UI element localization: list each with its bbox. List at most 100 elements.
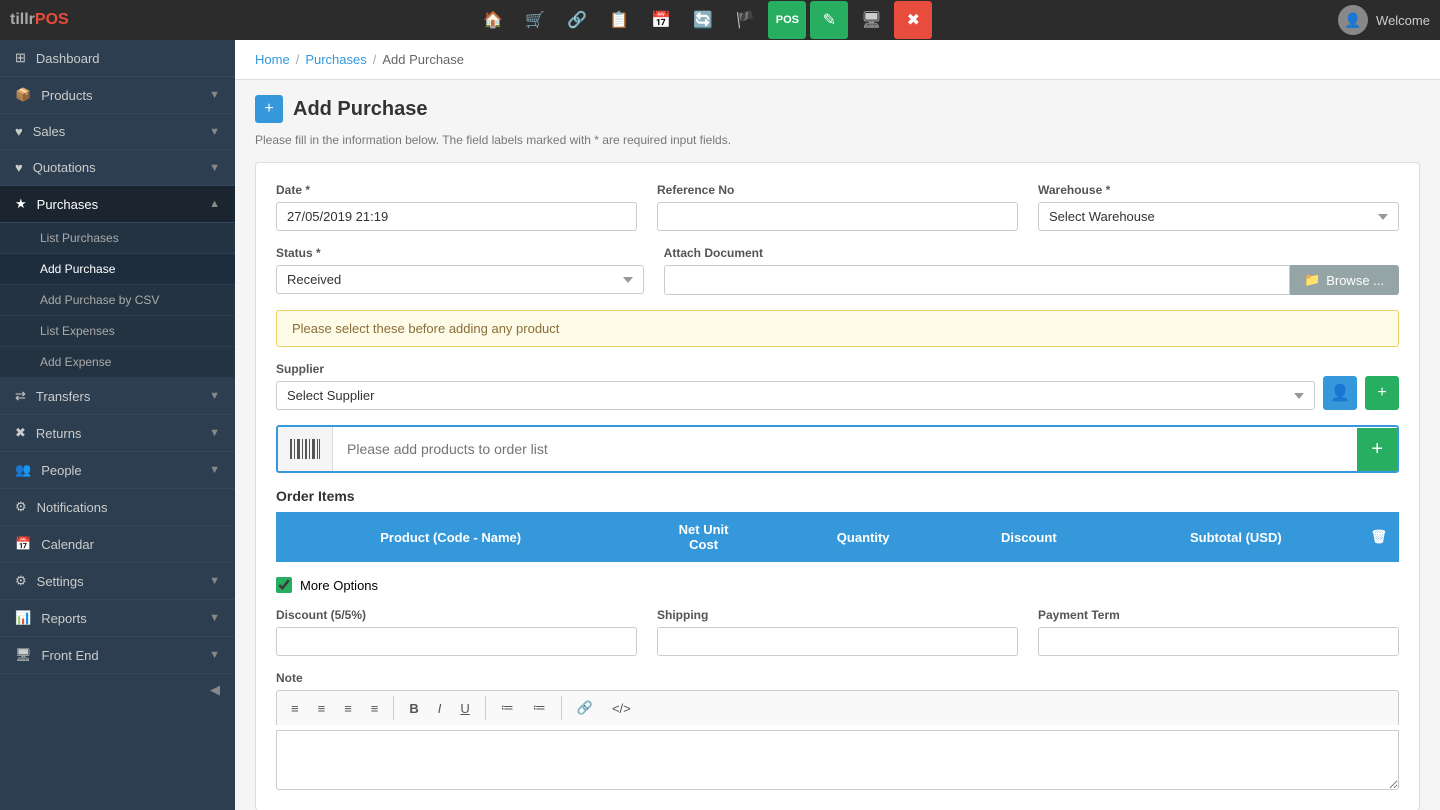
alert-text: Please select these before adding any pr… — [292, 321, 559, 336]
cart-nav-btn[interactable]: 🛒 — [516, 1, 554, 39]
warehouse-select[interactable]: Select Warehouse — [1038, 202, 1399, 231]
sub-label-add-purchase-csv: Add Purchase by CSV — [40, 293, 159, 307]
col-quantity: Quantity — [782, 512, 945, 562]
editor-sep-2 — [485, 696, 486, 720]
align-center-btn[interactable]: ≡ — [310, 696, 334, 720]
more-options-label: More Options — [300, 578, 378, 593]
sidebar-item-purchases[interactable]: ★ Purchases ▲ — [0, 186, 235, 223]
transfers-icon: ⇄ — [15, 388, 26, 404]
sidebar-label-calendar: Calendar — [41, 537, 94, 552]
more-options-row: More Options — [276, 577, 1399, 593]
align-left-btn[interactable]: ≡ — [283, 696, 307, 720]
payment-term-label: Payment Term — [1038, 608, 1399, 622]
sidebar-collapse-btn[interactable]: ◀ — [0, 674, 235, 706]
pos-nav-btn[interactable]: POS — [768, 1, 806, 39]
supplier-person-btn[interactable]: 👤 — [1323, 376, 1357, 410]
chevron-down-icon: ▼ — [209, 390, 220, 402]
status-select[interactable]: Received Pending Ordered — [276, 265, 644, 294]
sidebar-sub-list-purchases[interactable]: List Purchases — [0, 223, 235, 254]
sidebar-label-dashboard: Dashboard — [36, 51, 100, 66]
calendar-nav-btn[interactable]: 📅 — [642, 1, 680, 39]
discount-input[interactable] — [276, 627, 637, 656]
edit-nav-btn[interactable]: ✎ — [810, 1, 848, 39]
returns-icon: ✖ — [15, 425, 26, 441]
attach-input[interactable] — [664, 265, 1290, 295]
delete-all-icon[interactable]: 🗑 — [1370, 529, 1387, 544]
breadcrumb-purchases[interactable]: Purchases — [305, 52, 366, 67]
col-discount: Discount — [944, 512, 1113, 562]
settings-icon: ⚙ — [15, 573, 27, 589]
sidebar-item-people[interactable]: 👥 People ▼ — [0, 452, 235, 489]
breadcrumb-home[interactable]: Home — [255, 52, 290, 67]
browse-button[interactable]: 📁 Browse ... — [1290, 265, 1399, 295]
welcome-area: 👤 Welcome — [1338, 5, 1430, 35]
sidebar-item-sales[interactable]: ♥ Sales ▼ — [0, 114, 235, 150]
share-nav-btn[interactable]: 🔗 — [558, 1, 596, 39]
order-items-title: Order Items — [276, 488, 1399, 504]
sidebar-item-returns[interactable]: ✖ Returns ▼ — [0, 415, 235, 452]
warehouse-label: Warehouse * — [1038, 183, 1399, 197]
sidebar-item-calendar[interactable]: 📅 Calendar — [0, 526, 235, 563]
more-options-checkbox[interactable] — [276, 577, 292, 593]
purchases-icon: ★ — [15, 196, 27, 212]
sidebar-sub-list-expenses[interactable]: List Expenses — [0, 316, 235, 347]
shipping-group: Shipping — [657, 608, 1018, 656]
folder-icon: 📁 — [1304, 272, 1320, 288]
list-ol-btn[interactable]: ≔ — [525, 696, 554, 720]
notifications-icon: ⚙ — [15, 499, 27, 515]
sidebar-sub-add-expense[interactable]: Add Expense — [0, 347, 235, 378]
sidebar-item-frontend[interactable]: 🖥 Front End ▼ — [0, 637, 235, 674]
shipping-input[interactable] — [657, 627, 1018, 656]
person-icon: 👤 — [1330, 383, 1350, 403]
note-label: Note — [276, 671, 1399, 685]
chevron-down-icon: ▼ — [209, 427, 220, 439]
reference-label: Reference No — [657, 183, 1018, 197]
sidebar-sub-add-purchase-csv[interactable]: Add Purchase by CSV — [0, 285, 235, 316]
page-description: Please fill in the information below. Th… — [255, 133, 1420, 147]
frontend-icon: 🖥 — [15, 647, 32, 663]
refresh-nav-btn[interactable]: 🔄 — [684, 1, 722, 39]
note-textarea[interactable] — [276, 730, 1399, 790]
italic-btn[interactable]: I — [430, 696, 450, 720]
code-btn[interactable]: </> — [604, 696, 639, 720]
col-subtotal: Subtotal (USD) — [1113, 512, 1358, 562]
date-input[interactable] — [276, 202, 637, 231]
sidebar-item-settings[interactable]: ⚙ Settings ▼ — [0, 563, 235, 600]
attach-label: Attach Document — [664, 246, 1399, 260]
align-justify-btn[interactable]: ≡ — [363, 696, 387, 720]
reference-input[interactable] — [657, 202, 1018, 231]
monitor-nav-btn[interactable]: 🖥 — [852, 1, 890, 39]
flag-nav-btn[interactable]: 🏴 — [726, 1, 764, 39]
list-ul-btn[interactable]: ≔ — [493, 696, 522, 720]
underline-btn[interactable]: U — [452, 696, 477, 720]
main-layout: ⊞ Dashboard 📦 Products ▼ ♥ Sales ▼ ♥ Quo… — [0, 40, 1440, 810]
product-search-input[interactable] — [333, 431, 1357, 467]
editor-sep-3 — [561, 696, 562, 720]
sidebar-item-transfers[interactable]: ⇄ Transfers ▼ — [0, 378, 235, 415]
supplier-group: Supplier Select Supplier — [276, 362, 1315, 410]
form-row-1: Date * Reference No Warehouse * Select W… — [276, 183, 1399, 231]
add-product-btn[interactable]: + — [1357, 428, 1397, 471]
bold-btn[interactable]: B — [401, 696, 426, 720]
align-right-btn[interactable]: ≡ — [336, 696, 360, 720]
table-nav-btn[interactable]: 📋 — [600, 1, 638, 39]
sidebar-item-quotations[interactable]: ♥ Quotations ▼ — [0, 150, 235, 186]
sidebar-label-quotations: Quotations — [33, 160, 96, 175]
attach-group: Attach Document 📁 Browse ... — [664, 246, 1399, 295]
link-btn[interactable]: 🔗 — [569, 696, 601, 720]
sidebar-item-reports[interactable]: 📊 Reports ▼ — [0, 600, 235, 637]
sidebar-sub-add-purchase[interactable]: Add Purchase — [0, 254, 235, 285]
editor-sep-1 — [393, 696, 394, 720]
sidebar-item-dashboard[interactable]: ⊞ Dashboard — [0, 40, 235, 77]
sales-icon: ♥ — [15, 124, 23, 139]
red-nav-btn[interactable]: ✖ — [894, 1, 932, 39]
sidebar-item-notifications[interactable]: ⚙ Notifications — [0, 489, 235, 526]
sub-label-list-expenses: List Expenses — [40, 324, 115, 338]
products-icon: 📦 — [15, 87, 31, 103]
payment-term-input[interactable] — [1038, 627, 1399, 656]
add-supplier-btn[interactable]: + — [1365, 376, 1399, 410]
attach-input-group: 📁 Browse ... — [664, 265, 1399, 295]
home-nav-btn[interactable]: 🏠 — [474, 1, 512, 39]
supplier-select[interactable]: Select Supplier — [276, 381, 1315, 410]
sidebar-item-products[interactable]: 📦 Products ▼ — [0, 77, 235, 114]
